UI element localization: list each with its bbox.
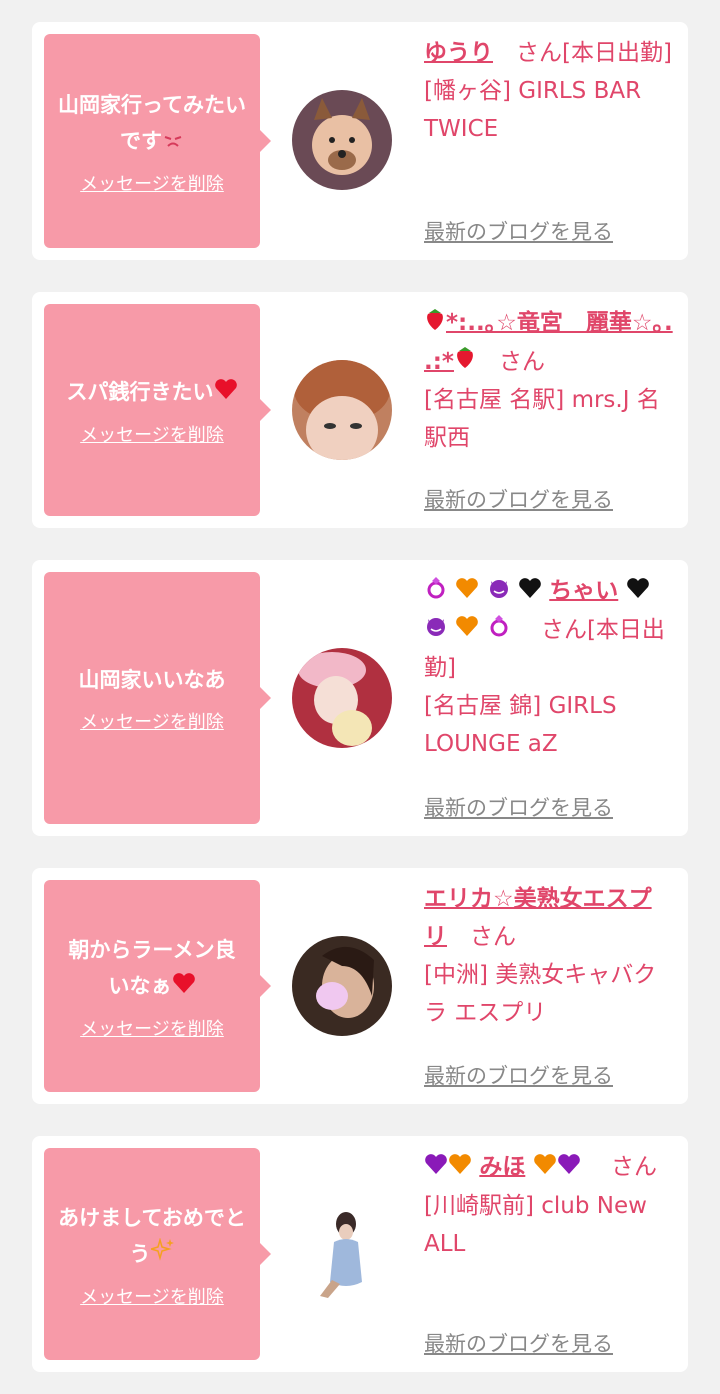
orange-heart-icon <box>455 611 479 649</box>
delete-message-link[interactable]: メッセージを削除 <box>80 1015 224 1041</box>
black-heart-icon <box>626 573 650 611</box>
frowning-face-icon <box>162 124 184 160</box>
profile-status: さん <box>470 924 516 950</box>
message-text: 山岡家行ってみたいです <box>58 87 246 160</box>
message-text: スパ銭行きたい <box>67 374 238 411</box>
message-text: あけましておめでとう <box>58 1200 246 1273</box>
strawberry-icon <box>424 305 446 343</box>
delete-message-link[interactable]: メッセージを削除 <box>80 1283 224 1309</box>
black-heart-icon <box>518 573 542 611</box>
message-text-content: スパ銭行きたい <box>66 379 214 404</box>
avatar[interactable] <box>292 1204 392 1304</box>
avatar[interactable] <box>292 648 392 748</box>
message-text-content: 朝からラーメン良いなぁ <box>68 937 236 998</box>
shop-name: [川崎駅前] club New ALL <box>424 1192 647 1257</box>
profile-status: さん <box>610 1154 657 1180</box>
profile-info: *:..｡☆竜宮 麗華☆｡. .:* さん [名古屋 名駅] mrs.J 名駅西 <box>424 304 674 457</box>
delete-message-link[interactable]: メッセージを削除 <box>80 708 224 734</box>
message-card: 朝からラーメン良いなぁ メッセージを削除 エリカ☆美熟女エスプリ さん [中洲]… <box>32 868 688 1104</box>
sparkles-icon <box>147 1236 175 1273</box>
view-blog-link[interactable]: 最新のブログを見る <box>424 792 613 822</box>
orange-heart-icon <box>533 1149 557 1187</box>
shop-name: [名古屋 錦] GIRLS LOUNGE aZ <box>424 693 617 757</box>
message-text: 山岡家いいなあ <box>78 668 226 692</box>
profile-name-line: ちゃい さん[本日出勤] <box>424 572 674 687</box>
view-blog-link[interactable]: 最新のブログを見る <box>424 1060 613 1090</box>
orange-heart-icon <box>448 1149 472 1187</box>
view-blog-link[interactable]: 最新のブログを見る <box>424 1328 613 1358</box>
avatar[interactable] <box>292 90 392 190</box>
message-bubble: 山岡家いいなあ メッセージを削除 <box>44 572 271 824</box>
profile-status: さん <box>498 348 545 375</box>
shop-name: [中洲] 美熟女キャバクラ エスプリ <box>424 962 657 1026</box>
message-bubble: 山岡家行ってみたいです メッセージを削除 <box>44 34 271 248</box>
message-bubble: スパ銭行きたい メッセージを削除 <box>44 304 271 516</box>
message-card: あけましておめでとう メッセージを削除 みほ さん [川崎駅前] club Ne… <box>32 1136 688 1372</box>
strawberry-icon <box>454 343 476 381</box>
smiling-devil-icon <box>424 611 448 649</box>
delete-message-link[interactable]: メッセージを削除 <box>80 421 224 447</box>
profile-info: エリカ☆美熟女エスプリ さん [中洲] 美熟女キャバクラ エスプリ <box>424 880 674 1032</box>
orange-heart-icon <box>455 573 479 611</box>
heart-icon <box>172 969 196 1005</box>
profile-status: さん[本日出勤] <box>516 40 672 66</box>
profile-name-line: みほ さん <box>424 1148 674 1187</box>
delete-message-link[interactable]: メッセージを削除 <box>80 170 224 196</box>
shop-name: [幡ヶ谷] GIRLS BAR TWICE <box>424 78 642 142</box>
shop-name: [名古屋 名駅] mrs.J 名駅西 <box>424 387 660 451</box>
profile-name-link[interactable]: ちゃい <box>549 578 618 604</box>
profile-info: みほ さん [川崎駅前] club New ALL <box>424 1148 674 1263</box>
purple-heart-icon <box>424 1149 448 1187</box>
profile-info: ゆうり さん[本日出勤] [幡ヶ谷] GIRLS BAR TWICE <box>424 34 674 148</box>
profile-name-line: エリカ☆美熟女エスプリ さん <box>424 880 674 956</box>
profile-name-link[interactable]: みほ <box>479 1154 525 1180</box>
message-bubble: あけましておめでとう メッセージを削除 <box>44 1148 271 1360</box>
ring-icon <box>424 573 448 611</box>
heart-icon <box>214 375 238 411</box>
profile-name-line: *:..｡☆竜宮 麗華☆｡. .:* さん <box>424 304 674 381</box>
message-card: 山岡家行ってみたいです メッセージを削除 ゆうり さん[本日出勤] [幡ヶ谷] … <box>32 22 688 260</box>
message-card: スパ銭行きたい メッセージを削除 *:..｡☆竜宮 麗華☆｡. .:* さん [… <box>32 292 688 528</box>
avatar[interactable] <box>292 360 392 460</box>
profile-name-link[interactable]: ゆうり <box>424 40 493 66</box>
message-text: 朝からラーメン良いなぁ <box>58 932 246 1005</box>
view-blog-link[interactable]: 最新のブログを見る <box>424 484 613 514</box>
view-blog-link[interactable]: 最新のブログを見る <box>424 216 613 246</box>
profile-name-line: ゆうり さん[本日出勤] <box>424 34 674 72</box>
avatar[interactable] <box>292 936 392 1036</box>
purple-heart-icon <box>557 1149 581 1187</box>
profile-name-link[interactable]: エリカ☆美熟女エスプリ <box>424 886 652 950</box>
ring-icon <box>487 611 511 649</box>
profile-info: ちゃい さん[本日出勤] [名古屋 錦] GIRLS LOUNGE aZ <box>424 572 674 763</box>
message-card: 山岡家いいなあ メッセージを削除 ちゃい さん[本日出勤] [名古屋 錦] GI… <box>32 560 688 836</box>
smiling-devil-icon <box>487 573 511 611</box>
message-text-content: 山岡家行ってみたいです <box>58 92 246 153</box>
message-bubble: 朝からラーメン良いなぁ メッセージを削除 <box>44 880 271 1092</box>
